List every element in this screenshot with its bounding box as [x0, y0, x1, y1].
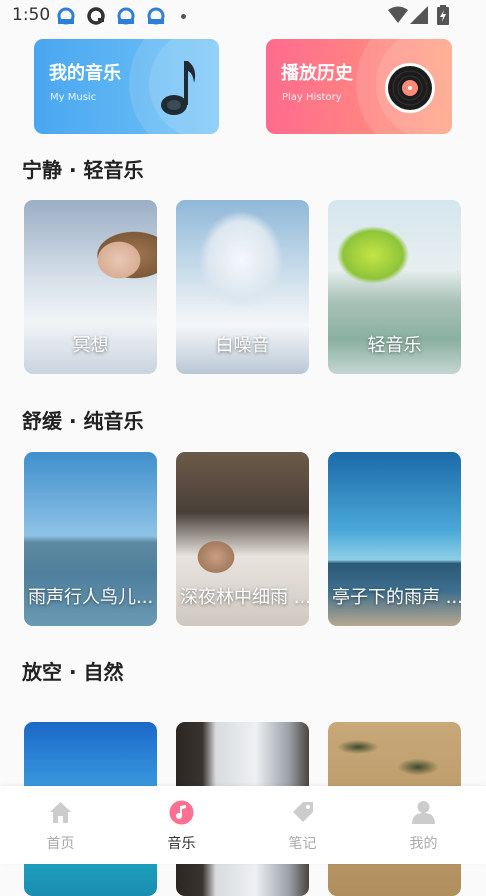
- bottom-tab-bar: 首页 音乐 笔记 我的: [0, 786, 486, 864]
- tile-meditation[interactable]: 冥想: [24, 200, 157, 374]
- play-history-title: 播放历史: [281, 63, 353, 84]
- my-music-subtitle: My Music: [50, 92, 97, 103]
- my-music-card[interactable]: 我的音乐 My Music: [34, 39, 219, 134]
- tile-label: 轻音乐: [367, 335, 422, 356]
- signal-icon: [410, 6, 428, 24]
- home-icon: [50, 802, 71, 823]
- notification-app-icon: [147, 7, 165, 25]
- status-bar: 1:50: [0, 0, 486, 34]
- q-app-icon: [87, 7, 105, 25]
- battery-icon: [437, 5, 449, 25]
- tile-label: 雨声行人鸟儿...: [28, 587, 154, 608]
- tile-rain-pedestrians-birds[interactable]: 雨声行人鸟儿...: [24, 452, 157, 626]
- tile-label: 白噪音: [215, 335, 270, 356]
- tile-night-forest-rain[interactable]: 深夜林中细雨 ...: [176, 452, 309, 626]
- play-history-card[interactable]: 播放历史 Play History: [266, 39, 452, 134]
- section-title-soothing-pure-music: 舒缓 · 纯音乐: [22, 409, 144, 433]
- tile-pavilion-rain[interactable]: 亭子下的雨声 ...: [328, 452, 461, 626]
- tab-music[interactable]: 音乐: [121, 786, 242, 864]
- tile-label: 亭子下的雨声 ...: [332, 587, 461, 608]
- notification-app-icon: [117, 7, 135, 25]
- tile-label: 深夜林中细雨 ...: [180, 587, 309, 608]
- tab-notes[interactable]: 笔记: [242, 786, 363, 864]
- profile-icon: [412, 801, 435, 824]
- notification-app-icon: [57, 7, 75, 25]
- tile-white-noise[interactable]: 白噪音: [176, 200, 309, 374]
- section-title-calm-light-music: 宁静 · 轻音乐: [22, 158, 144, 182]
- note-tag-icon: [293, 802, 313, 822]
- tile-light-music[interactable]: 轻音乐: [328, 200, 461, 374]
- wifi-icon: [388, 6, 408, 23]
- tile-label: 冥想: [72, 335, 109, 356]
- tab-label: 笔记: [288, 836, 317, 852]
- tab-home[interactable]: 首页: [0, 786, 121, 864]
- tab-label: 音乐: [167, 836, 196, 852]
- my-music-title: 我的音乐: [49, 63, 121, 84]
- music-note-icon: [161, 61, 196, 115]
- vinyl-record-icon: [385, 63, 435, 113]
- tab-profile[interactable]: 我的: [363, 786, 484, 864]
- play-history-subtitle: Play History: [282, 92, 342, 103]
- section-title-relax-nature: 放空 · 自然: [22, 660, 124, 684]
- status-time: 1:50: [12, 5, 51, 25]
- tab-label: 首页: [46, 836, 75, 852]
- tab-label: 我的: [409, 836, 438, 852]
- more-notifications-dot: [181, 14, 186, 19]
- music-icon: [169, 800, 194, 825]
